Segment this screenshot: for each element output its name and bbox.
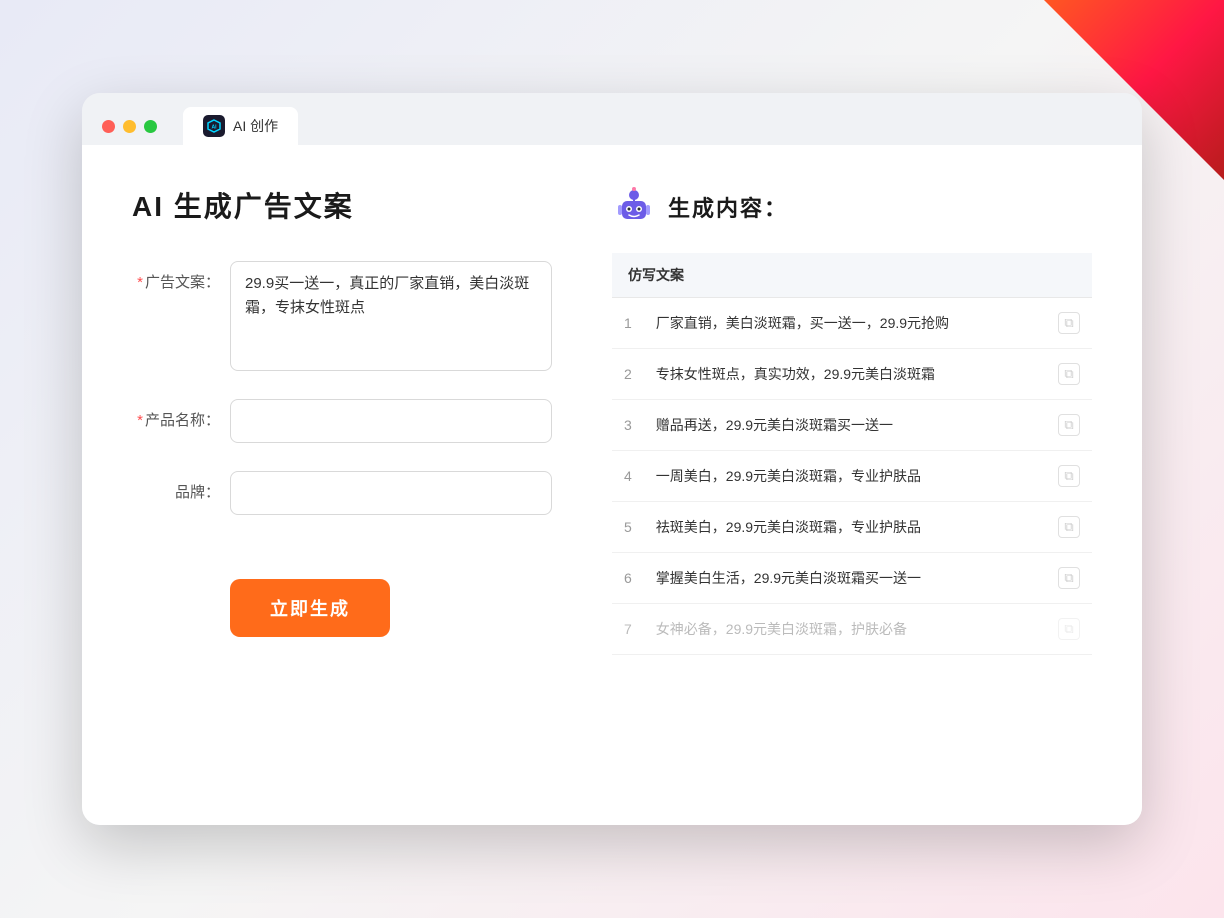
- copy-button[interactable]: ⧉: [1046, 502, 1092, 553]
- row-copy-text: 赠品再送，29.9元美白淡斑霜买一送一: [644, 400, 1046, 451]
- results-title: 生成内容：: [668, 191, 788, 223]
- svg-text:AI: AI: [212, 125, 218, 131]
- brand-input[interactable]: 好白: [230, 471, 552, 515]
- page-title: AI 生成广告文案: [132, 185, 552, 225]
- ad-copy-label: *广告文案：: [132, 261, 220, 292]
- row-number: 5: [612, 502, 644, 553]
- title-bar: AI AI 创作: [82, 93, 1142, 145]
- table-row: 1厂家直销，美白淡斑霜，买一送一，29.9元抢购 ⧉: [612, 298, 1092, 349]
- product-name-label: *产品名称：: [132, 399, 220, 430]
- table-row: 2专抹女性斑点，真实功效，29.9元美白淡斑霜 ⧉: [612, 349, 1092, 400]
- copy-button[interactable]: ⧉: [1046, 451, 1092, 502]
- row-copy-text: 女神必备，29.9元美白淡斑霜，护肤必备: [644, 604, 1046, 655]
- table-row: 6掌握美白生活，29.9元美白淡斑霜买一送一 ⧉: [612, 553, 1092, 604]
- table-row: 7女神必备，29.9元美白淡斑霜，护肤必备 ⧉: [612, 604, 1092, 655]
- brand-group: 品牌： 好白: [132, 471, 552, 515]
- table-header: 仿写文案: [612, 253, 1092, 298]
- row-number: 2: [612, 349, 644, 400]
- product-name-required: *: [137, 412, 143, 429]
- row-copy-text: 一周美白，29.9元美白淡斑霜，专业护肤品: [644, 451, 1046, 502]
- content-area: AI 生成广告文案 *广告文案： 29.9买一送一，真正的厂家直销，美白淡斑霜，…: [82, 145, 1142, 825]
- row-number: 1: [612, 298, 644, 349]
- table-row: 5祛斑美白，29.9元美白淡斑霜，专业护肤品 ⧉: [612, 502, 1092, 553]
- tab-label: AI 创作: [233, 116, 278, 136]
- copy-button[interactable]: ⧉: [1046, 553, 1092, 604]
- minimize-button[interactable]: [123, 120, 136, 133]
- row-number: 6: [612, 553, 644, 604]
- brand-label: 品牌：: [132, 471, 220, 502]
- copy-button[interactable]: ⧉: [1046, 349, 1092, 400]
- row-number: 7: [612, 604, 644, 655]
- copy-button[interactable]: ⧉: [1046, 604, 1092, 655]
- copy-icon[interactable]: ⧉: [1058, 567, 1080, 589]
- copy-icon[interactable]: ⧉: [1058, 312, 1080, 334]
- traffic-lights: [102, 120, 157, 133]
- ad-copy-group: *广告文案： 29.9买一送一，真正的厂家直销，美白淡斑霜，专抹女性斑点: [132, 261, 552, 371]
- table-row: 4一周美白，29.9元美白淡斑霜，专业护肤品 ⧉: [612, 451, 1092, 502]
- product-name-input[interactable]: 美白淡斑霜: [230, 399, 552, 443]
- right-panel: 生成内容： 仿写文案 1厂家直销，美白淡斑霜，买一送一，29.9元抢购⧉2专抹女…: [612, 185, 1092, 785]
- copy-icon[interactable]: ⧉: [1058, 516, 1080, 538]
- ai-tab-icon: AI: [203, 115, 225, 137]
- product-name-group: *产品名称： 美白淡斑霜: [132, 399, 552, 443]
- close-button[interactable]: [102, 120, 115, 133]
- row-number: 3: [612, 400, 644, 451]
- table-row: 3赠品再送，29.9元美白淡斑霜买一送一 ⧉: [612, 400, 1092, 451]
- row-copy-text: 掌握美白生活，29.9元美白淡斑霜买一送一: [644, 553, 1046, 604]
- robot-icon: [612, 185, 656, 229]
- copy-button[interactable]: ⧉: [1046, 298, 1092, 349]
- copy-icon[interactable]: ⧉: [1058, 618, 1080, 640]
- ad-copy-input[interactable]: 29.9买一送一，真正的厂家直销，美白淡斑霜，专抹女性斑点: [230, 261, 552, 371]
- row-copy-text: 厂家直销，美白淡斑霜，买一送一，29.9元抢购: [644, 298, 1046, 349]
- row-copy-text: 专抹女性斑点，真实功效，29.9元美白淡斑霜: [644, 349, 1046, 400]
- row-copy-text: 祛斑美白，29.9元美白淡斑霜，专业护肤品: [644, 502, 1046, 553]
- maximize-button[interactable]: [144, 120, 157, 133]
- copy-icon[interactable]: ⧉: [1058, 414, 1080, 436]
- ad-copy-required: *: [137, 274, 143, 291]
- copy-icon[interactable]: ⧉: [1058, 363, 1080, 385]
- copy-icon[interactable]: ⧉: [1058, 465, 1080, 487]
- results-table: 仿写文案 1厂家直销，美白淡斑霜，买一送一，29.9元抢购⧉2专抹女性斑点，真实…: [612, 253, 1092, 655]
- results-header: 生成内容：: [612, 185, 1092, 229]
- row-number: 4: [612, 451, 644, 502]
- browser-window: AI AI 创作 AI 生成广告文案 *广告文案： 29.9买一送一，真正的厂家…: [82, 93, 1142, 825]
- copy-button[interactable]: ⧉: [1046, 400, 1092, 451]
- generate-button[interactable]: 立即生成: [230, 579, 390, 637]
- ai-tab[interactable]: AI AI 创作: [183, 107, 298, 145]
- left-panel: AI 生成广告文案 *广告文案： 29.9买一送一，真正的厂家直销，美白淡斑霜，…: [132, 185, 552, 785]
